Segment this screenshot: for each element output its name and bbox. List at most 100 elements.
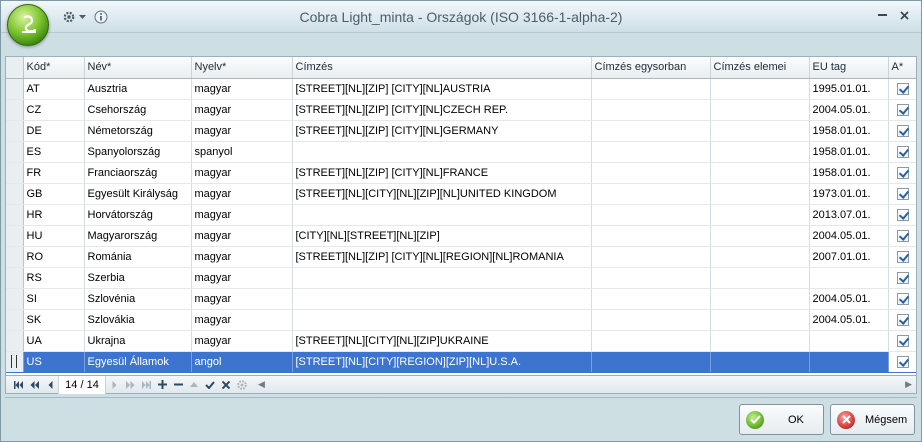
active-checkbox[interactable] [897, 313, 909, 326]
cell-aktiv[interactable] [888, 162, 916, 184]
cell-cimzes[interactable] [292, 204, 592, 226]
cell-kod[interactable]: HU [23, 225, 85, 247]
cell-kod[interactable]: FR [23, 162, 85, 184]
row-indicator[interactable] [6, 267, 24, 289]
cell-kod[interactable]: RS [23, 267, 85, 289]
cell-nev[interactable]: Csehország [84, 99, 192, 121]
cell-cimzes-elemei[interactable] [710, 351, 810, 373]
cell-cimzes-egysorban[interactable] [591, 225, 711, 247]
cell-nev[interactable]: Ukrajna [84, 330, 192, 352]
cell-kod[interactable]: UA [23, 330, 85, 352]
cell-cimzes-egysorban[interactable] [591, 141, 711, 163]
cell-cimzes-egysorban[interactable] [591, 246, 711, 268]
cell-eu-tag[interactable]: 2004.05.01. [809, 99, 889, 121]
cell-eu-tag[interactable]: 1958.01.01. [809, 162, 889, 184]
gear-icon[interactable] [234, 377, 250, 393]
cell-cimzes[interactable]: [STREET][NL][CITY][REGION][ZIP][NL]U.S.A… [292, 351, 592, 373]
cell-nev[interactable]: Egyesül Államok [84, 351, 192, 373]
next-record-icon[interactable] [106, 377, 122, 393]
cell-nev[interactable]: Ausztria [84, 78, 192, 100]
cell-cimzes[interactable]: [STREET][NL][ZIP] [CITY][NL]AUSTRIA [292, 78, 592, 100]
row-indicator[interactable] [6, 351, 24, 373]
last-record-icon[interactable] [138, 377, 154, 393]
cell-kod[interactable]: SK [23, 309, 85, 331]
close-icon[interactable] [895, 7, 913, 23]
cancel-edit-icon[interactable] [218, 377, 234, 393]
cell-aktiv[interactable] [888, 225, 916, 247]
cell-nev[interactable]: Horvátország [84, 204, 192, 226]
cell-eu-tag[interactable]: 2004.05.01. [809, 225, 889, 247]
scroll-left-icon[interactable]: ◀ [258, 379, 265, 390]
cell-cimzes-elemei[interactable] [710, 99, 810, 121]
column-header-cimzes-egysorban[interactable]: Címzés egysorban [591, 57, 711, 79]
cell-eu-tag[interactable] [809, 330, 889, 352]
cell-eu-tag[interactable]: 2004.05.01. [809, 288, 889, 310]
cell-cimzes[interactable] [292, 267, 592, 289]
table-row[interactable]: FR Franciaország magyar [STREET][NL][ZIP] [… [6, 162, 916, 184]
cell-nev[interactable]: Románia [84, 246, 192, 268]
cancel-button[interactable]: Mégsem [830, 404, 915, 435]
cell-cimzes-egysorban[interactable] [591, 99, 711, 121]
active-checkbox[interactable] [897, 166, 909, 179]
cell-nyelv[interactable]: spanyol [191, 141, 293, 163]
cell-nev[interactable]: Franciaország [84, 162, 192, 184]
cell-cimzes-egysorban[interactable] [591, 183, 711, 205]
cell-cimzes-egysorban[interactable] [591, 351, 711, 373]
confirm-icon[interactable] [202, 377, 218, 393]
cell-kod[interactable]: US [23, 351, 85, 373]
active-checkbox[interactable] [897, 292, 909, 305]
table-row[interactable]: GB Egyesült Királyság magyar [STREET][NL][C… [6, 183, 916, 205]
cell-aktiv[interactable] [888, 351, 916, 373]
cell-cimzes-elemei[interactable] [710, 183, 810, 205]
cell-kod[interactable]: ES [23, 141, 85, 163]
cell-kod[interactable]: SI [23, 288, 85, 310]
cell-nyelv[interactable]: magyar [191, 246, 293, 268]
cell-nev[interactable]: Spanyolország [84, 141, 192, 163]
cell-aktiv[interactable] [888, 78, 916, 100]
cell-cimzes-elemei[interactable] [710, 267, 810, 289]
column-header-nyelv[interactable]: Nyelv* [191, 57, 293, 79]
table-row[interactable]: SK Szlovákia magyar 2004.05.01. [6, 309, 916, 331]
row-indicator[interactable] [6, 183, 24, 205]
cell-nyelv[interactable]: magyar [191, 183, 293, 205]
cell-cimzes-elemei[interactable] [710, 288, 810, 310]
first-record-icon[interactable] [10, 377, 26, 393]
cell-cimzes[interactable]: [STREET][NL][CITY][NL][ZIP]UKRAINE [292, 330, 592, 352]
ok-button[interactable]: OK [739, 404, 824, 435]
table-row[interactable]: CZ Csehország magyar [STREET][NL][ZIP] [CIT… [6, 99, 916, 121]
cell-cimzes-egysorban[interactable] [591, 162, 711, 184]
cell-cimzes[interactable] [292, 288, 592, 310]
cell-nyelv[interactable]: magyar [191, 225, 293, 247]
cell-cimzes-elemei[interactable] [710, 120, 810, 142]
cell-cimzes-egysorban[interactable] [591, 78, 711, 100]
cell-cimzes[interactable]: [STREET][NL][ZIP] [CITY][NL]CZECH REP. [292, 99, 592, 121]
column-header-cimzes[interactable]: Címzés [292, 57, 592, 79]
row-indicator[interactable] [6, 288, 24, 310]
active-checkbox[interactable] [897, 124, 909, 137]
cell-nev[interactable]: Egyesült Királyság [84, 183, 192, 205]
cell-aktiv[interactable] [888, 120, 916, 142]
up-icon[interactable] [186, 377, 202, 393]
cell-cimzes-egysorban[interactable] [591, 267, 711, 289]
row-indicator[interactable] [6, 246, 24, 268]
cell-cimzes-elemei[interactable] [710, 330, 810, 352]
row-indicator[interactable] [6, 120, 24, 142]
cell-cimzes[interactable] [292, 309, 592, 331]
column-header-cimzes-elemei[interactable]: Címzés elemei [710, 57, 810, 79]
cell-cimzes-elemei[interactable] [710, 78, 810, 100]
cell-cimzes-elemei[interactable] [710, 246, 810, 268]
prev-page-icon[interactable] [26, 377, 42, 393]
cell-kod[interactable]: AT [23, 78, 85, 100]
column-header-kod[interactable]: Kód* [23, 57, 85, 79]
next-page-icon[interactable] [122, 377, 138, 393]
cell-cimzes-egysorban[interactable] [591, 120, 711, 142]
row-indicator[interactable] [6, 225, 24, 247]
cell-cimzes-egysorban[interactable] [591, 288, 711, 310]
table-row[interactable]: UA Ukrajna magyar [STREET][NL][CITY][NL][ZI… [6, 330, 916, 352]
table-row[interactable]: ES Spanyolország spanyol 1958.01.01. [6, 141, 916, 163]
cell-aktiv[interactable] [888, 99, 916, 121]
cell-aktiv[interactable] [888, 246, 916, 268]
row-indicator[interactable] [6, 162, 24, 184]
cell-eu-tag[interactable]: 1995.01.01. [809, 78, 889, 100]
cell-aktiv[interactable] [888, 309, 916, 331]
